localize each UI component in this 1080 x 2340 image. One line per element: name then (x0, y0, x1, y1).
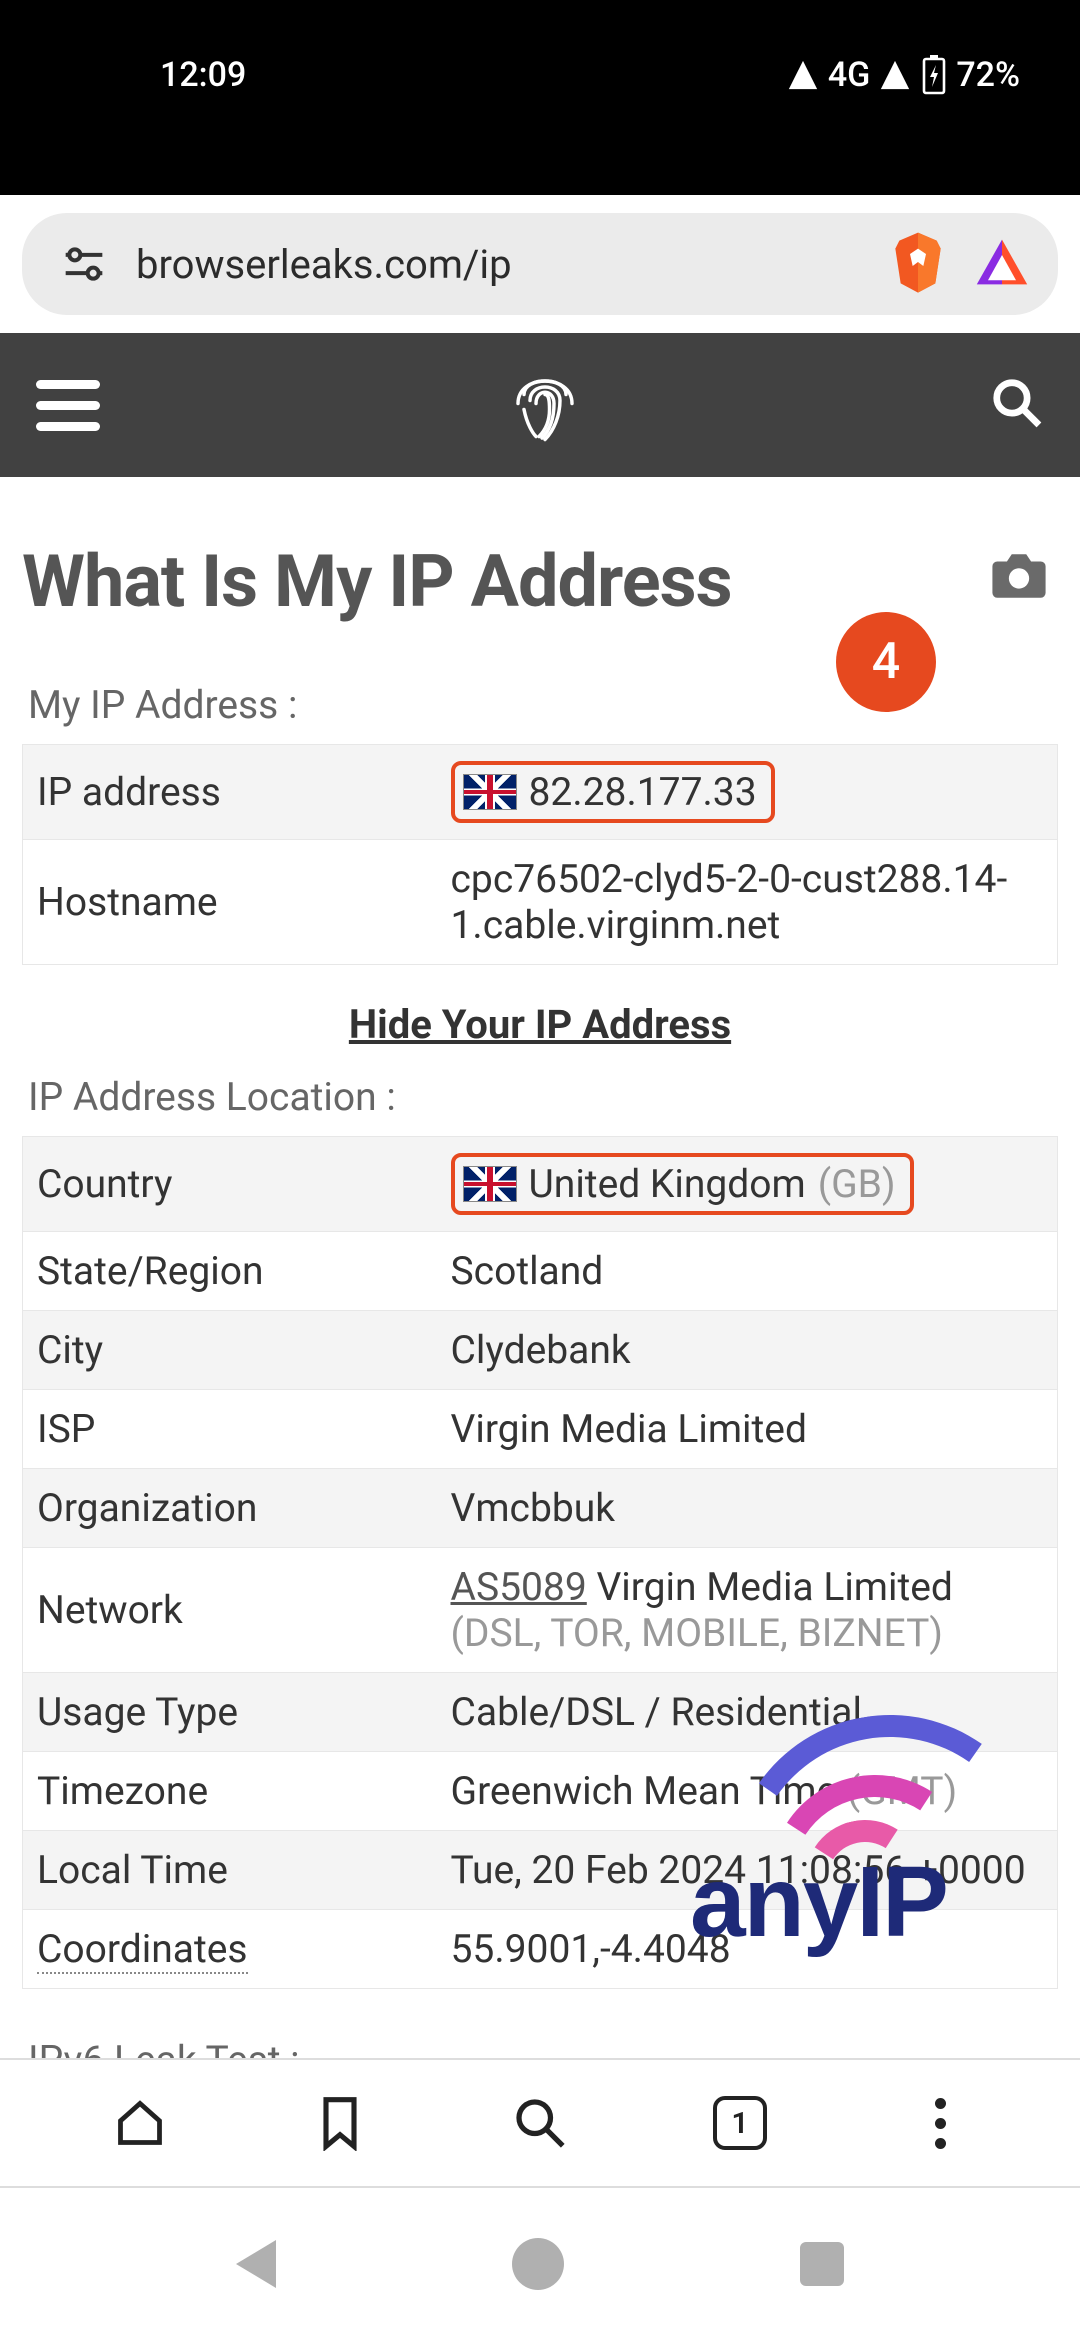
bookmark-button[interactable] (312, 2095, 368, 2151)
label-ip-address: IP address (23, 745, 437, 840)
value-state: Scotland (437, 1232, 1058, 1311)
value-country-code: (GB) (818, 1161, 896, 1207)
table-row: State/Region Scotland (23, 1232, 1058, 1311)
brave-rewards-icon[interactable] (974, 234, 1030, 294)
tabs-button[interactable]: 1 (712, 2095, 768, 2151)
tab-count: 1 (713, 2096, 767, 2150)
value-ip-address-cell: 82.28.177.33 (437, 745, 1058, 840)
network-label: 4G (828, 55, 870, 95)
browser-url-region: browserleaks.com/ip (0, 195, 1080, 333)
search-button[interactable] (512, 2095, 568, 2151)
network-asn-link[interactable]: AS5089 (451, 1564, 587, 1610)
ip-table: IP address 82.28.177.33 Hostname cpc7650… (22, 744, 1058, 965)
home-button[interactable] (112, 2095, 168, 2151)
flag-uk-icon (463, 774, 517, 810)
label-coordinates: Coordinates (23, 1910, 437, 1989)
site-logo-fingerprint-icon[interactable] (509, 364, 581, 446)
value-ip-address: 82.28.177.33 (529, 769, 757, 815)
label-organization: Organization (23, 1469, 437, 1548)
back-button[interactable] (236, 2240, 276, 2288)
label-timezone: Timezone (23, 1752, 437, 1831)
table-row: City Clydebank (23, 1311, 1058, 1390)
status-bar: 12:09 4G 72% (0, 0, 1080, 195)
search-button[interactable] (990, 376, 1044, 434)
section-location: IP Address Location : (28, 1074, 1058, 1120)
status-time: 12:09 (60, 55, 246, 95)
browser-toolbar: 1 (0, 2058, 1080, 2188)
label-hostname: Hostname (23, 840, 437, 965)
system-nav-bar (0, 2188, 1080, 2340)
menu-button[interactable] (36, 380, 100, 431)
brave-shields-icon[interactable] (890, 230, 946, 298)
label-isp: ISP (23, 1390, 437, 1469)
table-row: Organization Vmcbbuk (23, 1469, 1058, 1548)
hide-ip-link[interactable]: Hide Your IP Address (349, 1001, 731, 1048)
recents-button[interactable] (800, 2242, 844, 2286)
value-country: United Kingdom (529, 1161, 806, 1207)
anyip-watermark: anyIP (690, 1755, 1030, 1960)
flag-uk-icon (463, 1166, 517, 1202)
kebab-icon (935, 2098, 946, 2149)
table-row: Hostname cpc76502-clyd5-2-0-cust288.14-1… (23, 840, 1058, 965)
table-row: Country United Kingdom (GB) (23, 1137, 1058, 1232)
network-name: Virgin Media Limited (587, 1564, 953, 1610)
label-country: Country (23, 1137, 437, 1232)
url-bar[interactable]: browserleaks.com/ip (22, 213, 1058, 315)
battery-percent: 72% (956, 55, 1020, 95)
url-text[interactable]: browserleaks.com/ip (136, 241, 890, 288)
annotation-badge: 4 (836, 612, 936, 712)
table-row: Network AS5089 Virgin Media Limited (DSL… (23, 1548, 1058, 1673)
label-city: City (23, 1311, 437, 1390)
country-highlight: United Kingdom (GB) (451, 1153, 914, 1215)
site-settings-icon[interactable] (62, 242, 106, 286)
label-state: State/Region (23, 1232, 437, 1311)
site-header (0, 333, 1080, 477)
value-organization: Vmcbbuk (437, 1469, 1058, 1548)
network-types: (DSL, TOR, MOBILE, BIZNET) (451, 1610, 943, 1656)
hide-ip-link-wrap: Hide Your IP Address (22, 1001, 1058, 1048)
ip-highlight: 82.28.177.33 (451, 761, 775, 823)
label-usage-type: Usage Type (23, 1673, 437, 1752)
value-network-cell: AS5089 Virgin Media Limited (DSL, TOR, M… (437, 1548, 1058, 1673)
menu-button[interactable] (912, 2095, 968, 2151)
value-hostname: cpc76502-clyd5-2-0-cust288.14-1.cable.vi… (437, 840, 1058, 965)
home-button-system[interactable] (512, 2238, 564, 2290)
value-city: Clydebank (437, 1311, 1058, 1390)
label-local-time: Local Time (23, 1831, 437, 1910)
battery-charging-icon (920, 55, 948, 95)
table-row: ISP Virgin Media Limited (23, 1390, 1058, 1469)
anyip-logo-icon (690, 1755, 1030, 1875)
label-network: Network (23, 1548, 437, 1673)
signal-icon (786, 58, 820, 92)
value-isp: Virgin Media Limited (437, 1390, 1058, 1469)
page-title: What Is My IP Address (22, 539, 732, 624)
table-row: IP address 82.28.177.33 (23, 745, 1058, 840)
status-right: 4G 72% (786, 55, 1020, 95)
value-country-cell: United Kingdom (GB) (437, 1137, 1058, 1232)
screenshot-icon[interactable] (990, 551, 1048, 605)
signal-icon-2 (878, 58, 912, 92)
